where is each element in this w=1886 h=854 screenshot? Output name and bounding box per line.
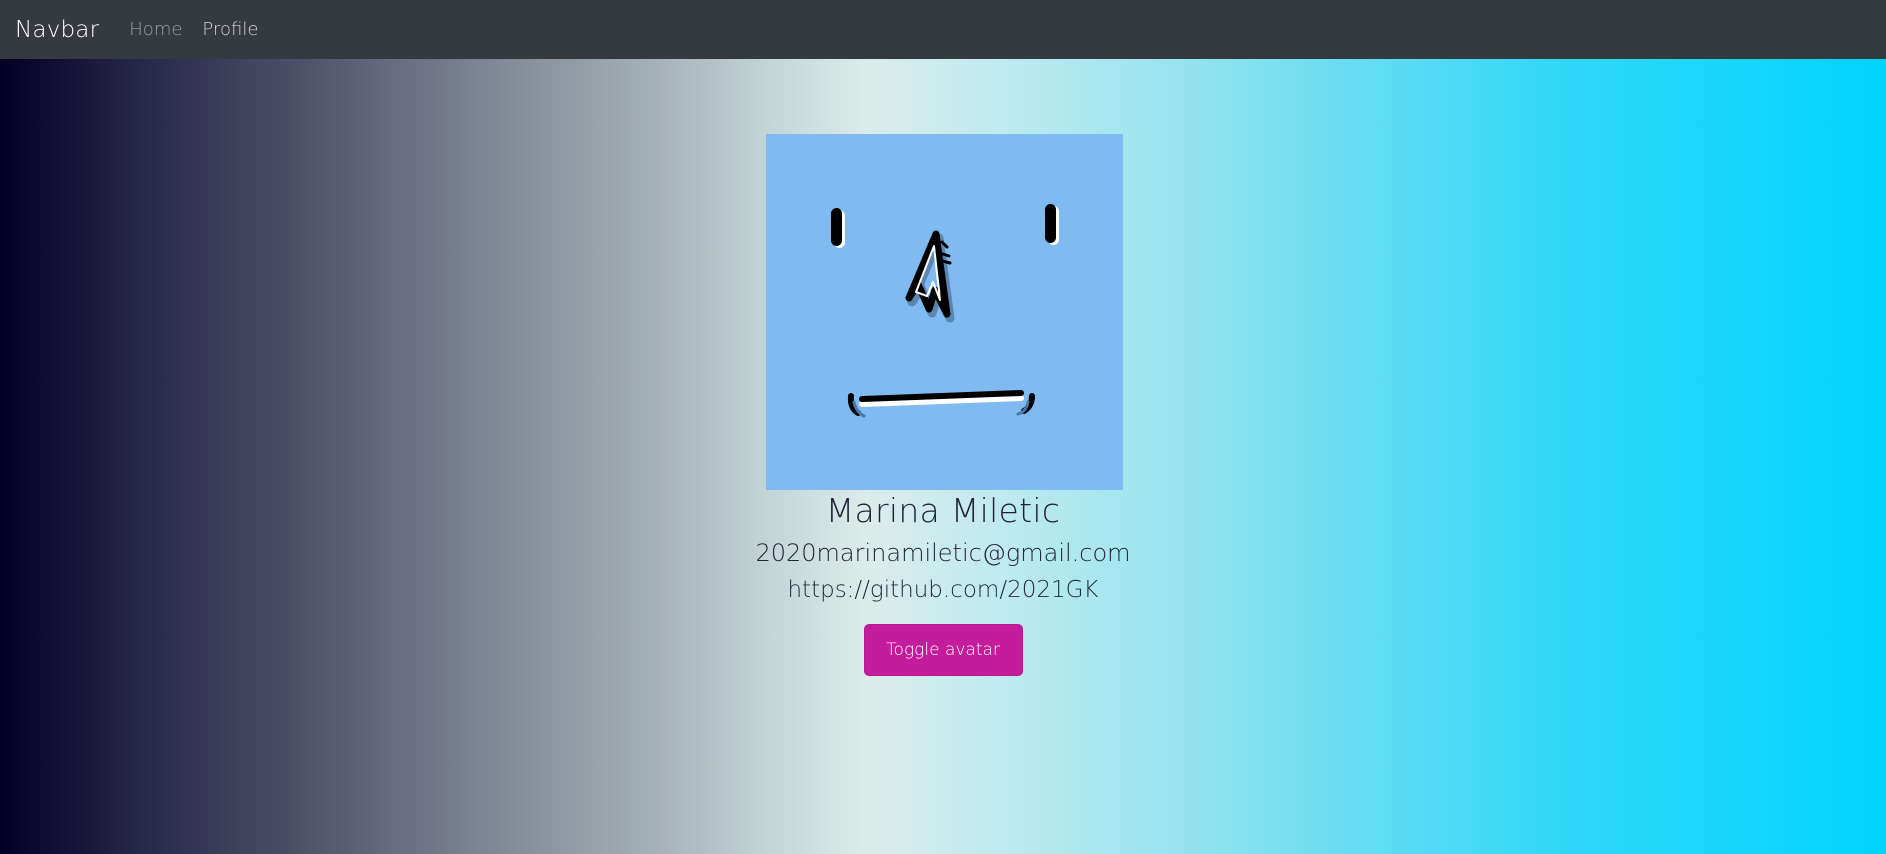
profile-card: Marina Miletic 2020marinamiletic@gmail.c… <box>0 134 1886 676</box>
nav-link-home[interactable]: Home <box>129 19 182 40</box>
profile-github-link[interactable]: https://github.com/2021GK <box>787 575 1098 606</box>
profile-email: 2020marinamiletic@gmail.com <box>755 539 1131 567</box>
right-eye-icon <box>1044 204 1059 245</box>
navbar: Navbar Home Profile <box>0 0 1886 59</box>
avatar <box>765 134 1123 490</box>
left-eye-icon <box>830 208 845 248</box>
nav-link-profile[interactable]: Profile <box>202 19 258 40</box>
toggle-avatar-button[interactable]: Toggle avatar <box>863 624 1023 676</box>
profile-name: Marina Miletic <box>825 491 1061 530</box>
navbar-brand[interactable]: Navbar <box>15 17 99 43</box>
